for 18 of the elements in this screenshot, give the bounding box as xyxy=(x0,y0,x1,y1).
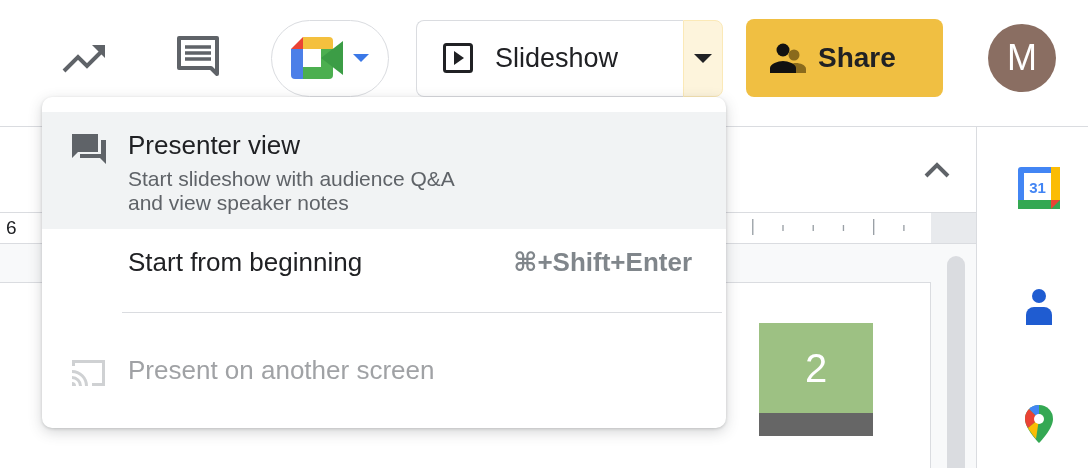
shortcut: ⌘+Shift+Enter xyxy=(513,247,692,279)
menu-item[interactable]: Presenter view Start slideshow with audience Q&A and view speaker notes xyxy=(42,112,726,230)
map-pin-icon[interactable] xyxy=(1024,405,1053,443)
caret-icon xyxy=(694,53,712,63)
avatar[interactable]: M xyxy=(988,24,1056,92)
scrollbar[interactable] xyxy=(947,256,965,468)
menu-item-description: Start slideshow with audience Q&A and view speaker notes xyxy=(128,167,456,216)
play-icon xyxy=(443,43,473,73)
chevron-up-icon[interactable] xyxy=(924,161,950,178)
menu-item[interactable]: Start from beginning ⌘+Shift+Enter xyxy=(42,229,726,293)
ruler-margin xyxy=(931,213,976,243)
people-icon xyxy=(770,43,806,73)
slideshow-button[interactable]: Slideshow xyxy=(416,19,683,97)
speech-bubbles-icon xyxy=(70,132,108,166)
slideshow-menu-button[interactable] xyxy=(683,19,723,97)
person-icon[interactable] xyxy=(1023,289,1054,325)
share-button[interactable]: Share xyxy=(746,19,943,97)
calendar-icon[interactable]: 31 xyxy=(1017,167,1060,209)
